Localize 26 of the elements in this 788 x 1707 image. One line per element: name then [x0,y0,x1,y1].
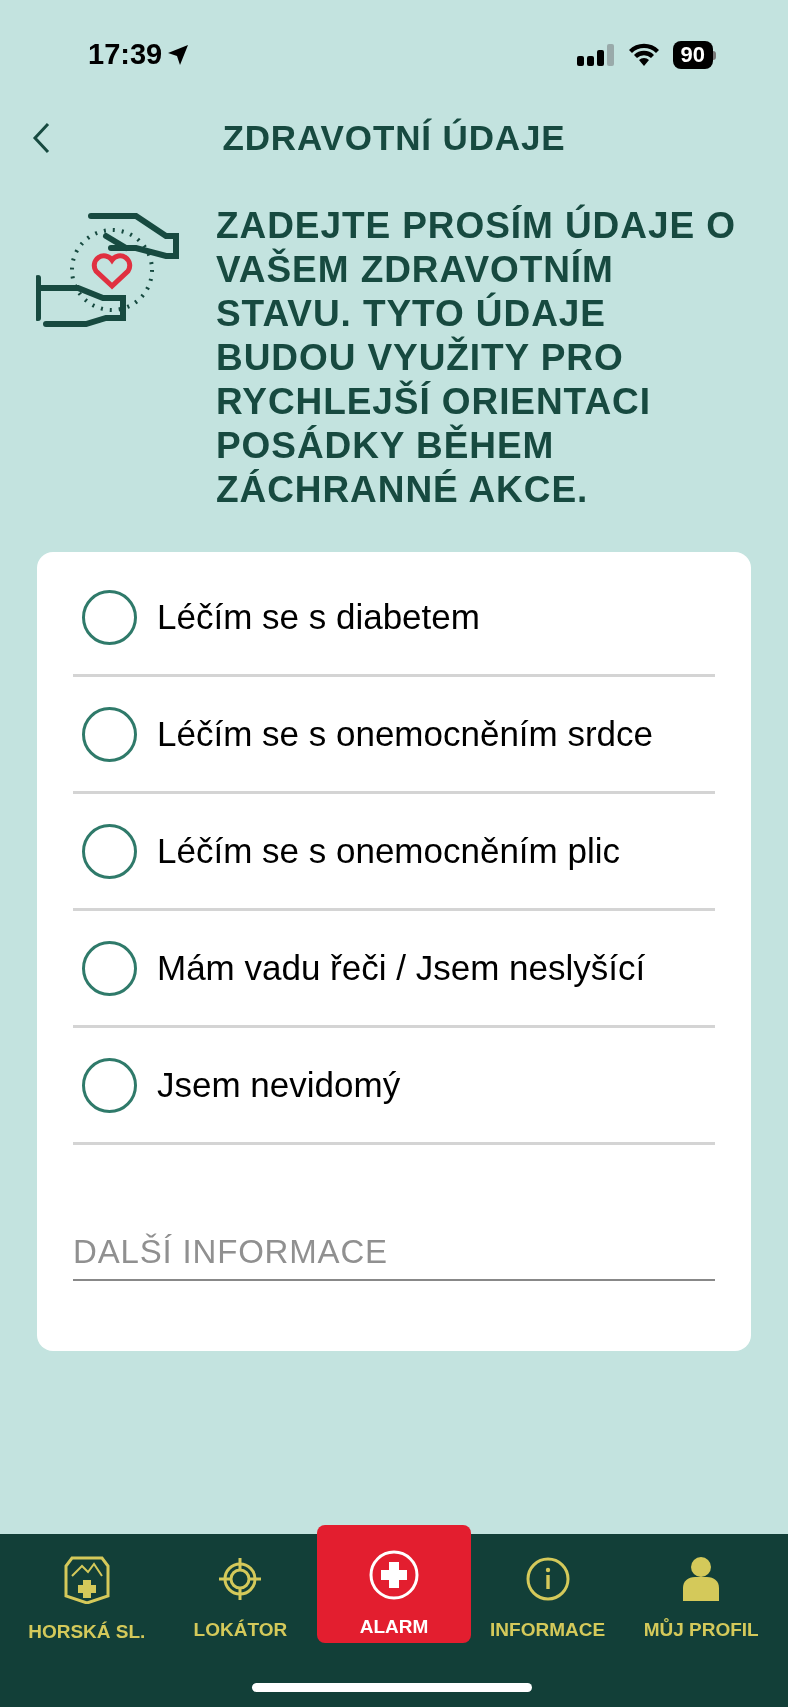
checkbox-row[interactable]: Mám vadu řeči / Jsem neslyšící [73,911,715,1028]
tab-item[interactable]: INFORMACE [470,1534,625,1707]
status-time: 17:39 [88,37,163,73]
screen-title: ZDRAVOTNÍ ÚDAJE [221,116,567,159]
tab-item[interactable]: LOKÁTOR [163,1534,318,1707]
info-icon [524,1556,571,1602]
location-arrow-icon [166,43,191,67]
alarm-button[interactable]: ALARM [317,1525,471,1643]
battery-level: 90 [672,41,713,69]
cross-icon [368,1549,420,1601]
checkbox-row[interactable]: Léčím se s onemocněním plic [73,794,715,911]
intro-text: ZADEJTE PROSÍM ÚDAJE O VAŠEM ZDRAVOTNÍM STAVU. TYTO ÚDAJE BUDOU VYUŽITY PRO RYCHLEJŠÍ ORIENTACI POSÁDKY BĚHEM ZÁCHRANNÉ AKCE. [216,204,737,512]
crosshair-icon [217,1556,264,1602]
signal-icon [576,42,615,68]
tab-item[interactable]: HORSKÁ SL. [10,1534,164,1707]
option-label: Léčím se s diabetem [157,595,480,638]
checkbox-row[interactable]: Jsem nevidomý [73,1028,715,1145]
checkbox-row[interactable]: Léčím se s onemocněním srdce [73,677,715,794]
option-label: Léčím se s onemocněním plic [157,829,620,872]
checkbox-row[interactable]: Léčím se s diabetem [73,560,715,677]
additional-info-field[interactable]: DALŠÍ INFORMACE [73,1225,715,1281]
tab-item[interactable]: MŮJ PROFIL [624,1534,778,1707]
shield-emblem-icon [63,1556,110,1604]
option-label: Mám vadu řeči / Jsem neslyšící [157,946,646,989]
option-label: Léčím se s onemocněním srdce [157,712,654,755]
option-label: Jsem nevidomý [157,1063,401,1106]
